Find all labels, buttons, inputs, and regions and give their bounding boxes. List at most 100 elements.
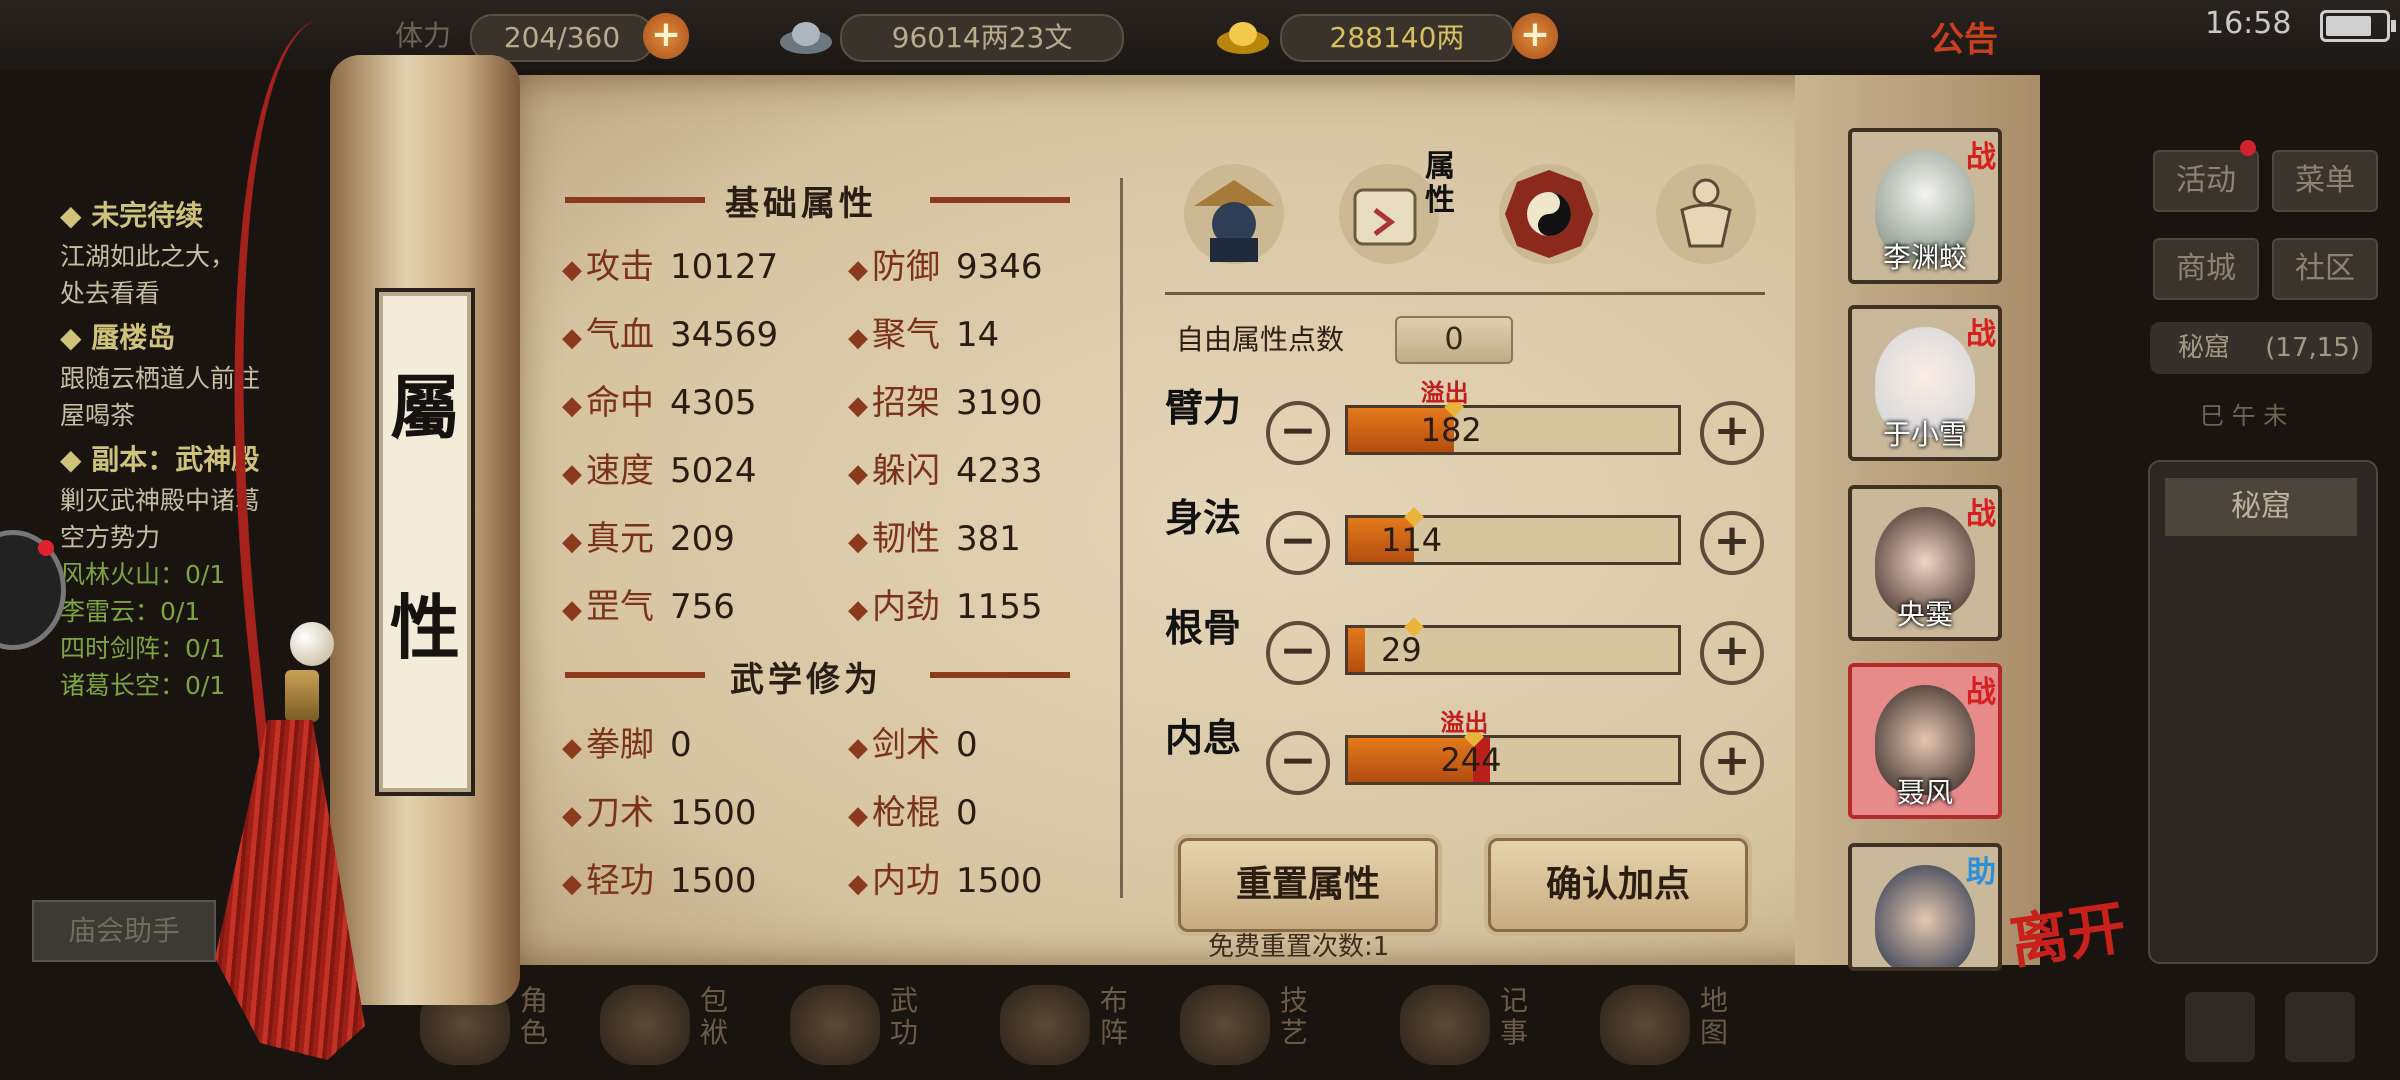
straw-hat-hero-icon [1184, 164, 1284, 264]
location-name: 秘窟 [2178, 333, 2231, 363]
diamond-icon: ◆ [562, 801, 582, 831]
title-ornament [565, 197, 705, 203]
stat-attack: ◆ 攻击 10127 [562, 247, 779, 287]
diamond-icon: ◆ [562, 869, 582, 899]
character-name: 于小雪 [1882, 418, 1967, 451]
title-ornament [930, 197, 1070, 203]
fight-badge: 战 [1966, 675, 1996, 710]
diamond-icon: ◆ [562, 733, 582, 763]
stamina-plus-button[interactable]: + [643, 13, 689, 59]
party-member-4[interactable]: 战 聂风 [1848, 663, 2002, 819]
tassel-cap [285, 670, 319, 722]
gold-ingot-icon [1215, 12, 1271, 62]
notice-button[interactable]: 公告 [1930, 12, 1998, 61]
attr-name: 臂力 [1165, 385, 1242, 430]
nav-journal[interactable]: 记事 [1400, 985, 1570, 1075]
tab-active-label: 属性 [1425, 149, 1455, 218]
column-divider [1120, 178, 1123, 898]
body-figure-icon [1656, 164, 1756, 264]
party-member-2[interactable]: 战 于小雪 [1848, 305, 2002, 461]
journal-icon [1400, 985, 1490, 1065]
fight-badge: 战 [1966, 497, 1996, 532]
community-button[interactable]: 社区 [2272, 238, 2378, 300]
nav-label: 布阵 [1100, 984, 1129, 1049]
plus-button[interactable]: + [1700, 511, 1764, 575]
bottom-right-button[interactable] [2285, 992, 2355, 1062]
martial-title: 武学修为 [730, 660, 882, 700]
battery-icon [2320, 10, 2396, 42]
nav-label: 包袱 [700, 984, 729, 1049]
attr-name: 身法 [1165, 495, 1242, 540]
martial-blade: ◆ 刀术 1500 [562, 793, 757, 833]
nav-label: 角色 [520, 984, 549, 1049]
mall-button[interactable]: 商城 [2153, 238, 2259, 300]
nav-bag[interactable]: 包袱 [600, 985, 770, 1075]
tab-meridians[interactable] [1652, 160, 1760, 268]
nav-martial[interactable]: 武功 [790, 985, 960, 1075]
confirm-points-button[interactable]: 确认加点 [1488, 838, 1748, 932]
notification-dot [38, 540, 54, 556]
diamond-icon: ◆ [848, 733, 868, 763]
martial-sword: ◆ 剑术 0 [848, 725, 978, 765]
diamond-icon: ◆ [848, 255, 868, 285]
tab-bagua[interactable] [1495, 160, 1603, 268]
party-member-1[interactable]: 战 李渊蛟 [1848, 128, 2002, 284]
tab-separator [1165, 292, 1765, 295]
books-icon [790, 985, 880, 1065]
diamond-icon: ◆ [562, 459, 582, 489]
minus-button[interactable]: − [1266, 621, 1330, 685]
plus-button[interactable]: + [1700, 731, 1764, 795]
stat-qi: ◆ 聚气 14 [848, 315, 1000, 355]
tassel-bead [290, 622, 334, 666]
stamina-pill: 204/360 [470, 14, 654, 62]
attr-value: 244 [1440, 741, 1502, 779]
secret-button[interactable]: 秘窟 [2165, 478, 2357, 536]
attr-bar: 182 [1345, 397, 1681, 455]
plus-button[interactable]: + [1700, 401, 1764, 465]
map-icon [1600, 985, 1690, 1065]
attr-bar: 114 [1345, 507, 1681, 565]
overflow-label: 溢出 [1420, 379, 1469, 407]
stamina-label: 体力 [395, 19, 452, 52]
minus-button[interactable]: − [1266, 401, 1330, 465]
reset-attributes-button[interactable]: 重置属性 [1178, 838, 1438, 932]
fair-helper-button[interactable]: 庙会助手 [32, 900, 216, 962]
stat-hit: ◆ 命中 4305 [562, 383, 757, 423]
leave-button[interactable]: 离开 [2006, 893, 2130, 976]
martial-inner: ◆ 内功 1500 [848, 861, 1043, 901]
yinyang-icon [1000, 985, 1090, 1065]
diamond-icon: ◆ [562, 391, 582, 421]
silver-value: 96014两23文 [891, 21, 1073, 54]
nav-formation[interactable]: 布阵 [1000, 985, 1170, 1075]
diamond-icon: ◆ [562, 595, 582, 625]
stat-parry: ◆ 招架 3190 [848, 383, 1043, 423]
bottom-right-button[interactable] [2185, 992, 2255, 1062]
stat-defense: ◆ 防御 9346 [848, 247, 1043, 287]
gold-pill: 288140两 [1280, 14, 1514, 62]
stat-hp: ◆ 气血 34569 [562, 315, 779, 355]
martial-lightness: ◆ 轻功 1500 [562, 861, 757, 901]
assist-badge: 助 [1966, 855, 1996, 890]
attr-bar: 244 [1345, 727, 1681, 785]
stat-dodge: ◆ 躲闪 4233 [848, 451, 1043, 491]
basic-attr-title: 基础属性 [725, 184, 877, 224]
martial-fist: ◆ 拳脚 0 [562, 725, 692, 765]
diamond-icon: ◆ [848, 595, 868, 625]
nav-map[interactable]: 地图 [1600, 985, 1770, 1075]
tab-equipment[interactable] [1180, 160, 1288, 268]
party-member-5[interactable]: 助 [1848, 843, 2002, 971]
minus-button[interactable]: − [1266, 731, 1330, 795]
nav-skills[interactable]: 技艺 [1180, 985, 1350, 1075]
activity-button[interactable]: 活动 [2153, 150, 2259, 212]
location-coord: (17,15) [2265, 333, 2360, 363]
title-ornament [565, 672, 705, 678]
side-round-button[interactable] [0, 530, 66, 650]
gold-plus-button[interactable]: + [1512, 13, 1558, 59]
party-member-3[interactable]: 战 央霙 [1848, 485, 2002, 641]
minus-button[interactable]: − [1266, 511, 1330, 575]
menu-button[interactable]: 菜单 [2272, 150, 2378, 212]
stat-gang-qi: ◆ 罡气 756 [562, 587, 735, 627]
activity-notification-dot [2240, 140, 2256, 156]
plus-button[interactable]: + [1700, 621, 1764, 685]
attr-value: 29 [1381, 631, 1422, 669]
